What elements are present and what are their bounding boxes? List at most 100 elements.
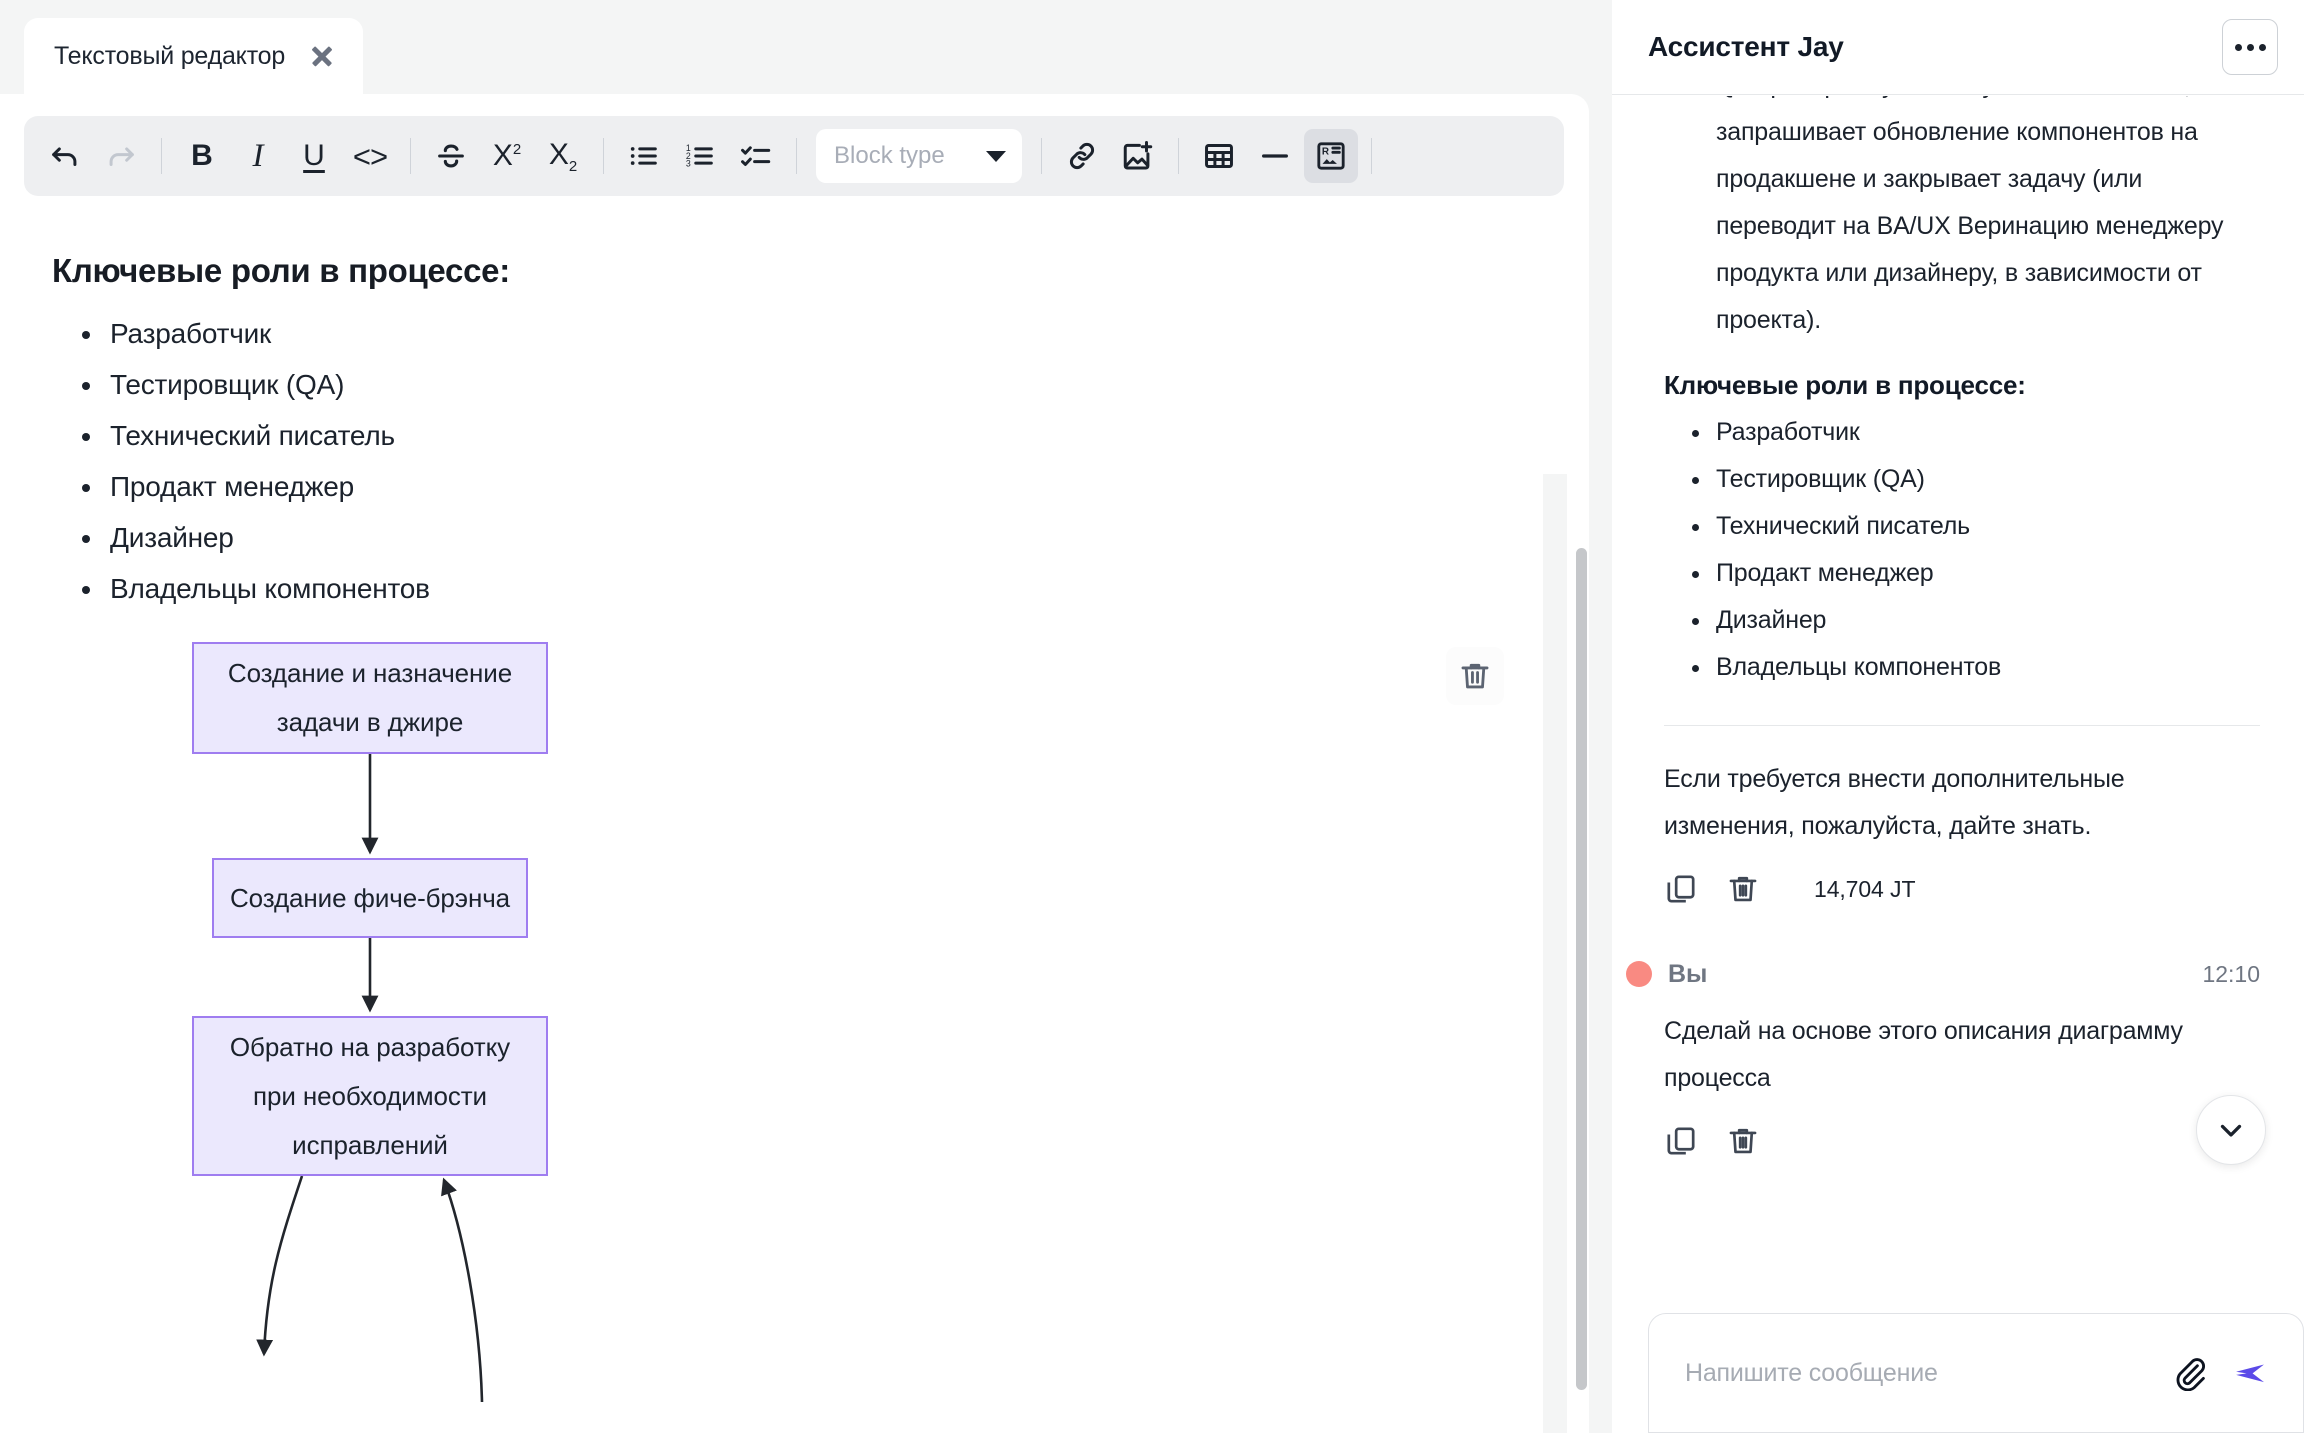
- list-item: Владельцы компонентов: [52, 563, 1529, 614]
- toolbar-separator: [161, 138, 162, 174]
- diagram-node-label: Обратно на разработкупри необходимостиис…: [230, 1023, 510, 1170]
- chevron-down-icon: [2214, 1113, 2248, 1147]
- paperclip-icon[interactable]: [2169, 1353, 2209, 1393]
- toolbar-separator: [1371, 138, 1372, 174]
- list-item: Тестировщик (QA): [52, 359, 1529, 410]
- table-icon[interactable]: [1192, 129, 1246, 183]
- list-item: Продакт менеджер: [52, 461, 1529, 512]
- list-item: Тестировщик (QA): [1664, 456, 2260, 503]
- message-composer[interactable]: [1648, 1313, 2304, 1433]
- diagram-node[interactable]: Обратно на разработкупри необходимостиис…: [192, 1016, 548, 1176]
- editor-toolbar: B I U <> X2: [24, 116, 1564, 196]
- list-item: Продакт менеджер: [1664, 550, 2260, 597]
- assistant-header: Ассистент Jay: [1612, 0, 2304, 95]
- superscript-label: X2: [493, 139, 521, 173]
- document-content[interactable]: Ключевые роли в процессе: Разработчик Те…: [0, 222, 1589, 1433]
- subscript-label: X2: [549, 138, 577, 175]
- list-item: Технический писатель: [52, 410, 1529, 461]
- send-icon[interactable]: [2231, 1353, 2271, 1393]
- editor-scrollbar-track[interactable]: [1543, 474, 1567, 1433]
- diagram-node-label: Создание фиче-брэнча: [230, 874, 510, 923]
- assistant-title: Ассистент Jay: [1648, 31, 1844, 63]
- toolbar-separator: [410, 138, 411, 174]
- toolbar-separator: [603, 138, 604, 174]
- editor-pane: Текстовый редактор B: [0, 0, 1612, 1433]
- editor-scrollbar-thumb[interactable]: [1576, 548, 1587, 1390]
- more-horizontal-icon[interactable]: [2222, 19, 2278, 75]
- user-message-actions: [1664, 1124, 2260, 1158]
- user-message-time: 12:10: [2202, 961, 2260, 988]
- italic-button[interactable]: I: [231, 129, 285, 183]
- roles-list: Разработчик Тестировщик (QA) Технический…: [52, 308, 1529, 614]
- list-item: Разработчик: [1664, 409, 2260, 456]
- underline-label: U: [303, 141, 325, 171]
- copy-icon[interactable]: [1664, 1124, 1698, 1158]
- more-dot: [2235, 44, 2242, 51]
- superscript-icon[interactable]: X2: [480, 129, 534, 183]
- toolbar-separator: [796, 138, 797, 174]
- user-message-text: Сделай на основе этого описания диаграмм…: [1664, 1008, 2260, 1102]
- user-message: Вы 12:10 Сделай на основе этого описания…: [1664, 954, 2260, 1158]
- app-root: Текстовый редактор B: [0, 0, 2304, 1433]
- assistant-reply-list: QA проверяет установку поля Fix Version,…: [1664, 96, 2260, 344]
- assistant-reply-closing: Если требуется внести дополнительные изм…: [1664, 756, 2260, 850]
- more-dot: [2259, 44, 2266, 51]
- document-heading: Ключевые роли в процессе:: [52, 252, 1529, 290]
- message-input[interactable]: [1685, 1359, 2147, 1388]
- svg-text:R: R: [1322, 147, 1329, 158]
- assistant-pane: Ассистент Jay QA проверяет установку пол…: [1612, 0, 2304, 1433]
- more-dot: [2247, 44, 2254, 51]
- block-type-label: Block type: [834, 142, 945, 170]
- link-icon[interactable]: [1055, 129, 1109, 183]
- bold-button[interactable]: B: [175, 129, 229, 183]
- check-list-icon[interactable]: [729, 129, 783, 183]
- message-divider: [1664, 725, 2260, 726]
- horizontal-rule-icon[interactable]: [1248, 129, 1302, 183]
- subscript-icon[interactable]: X2: [536, 129, 590, 183]
- assistant-message-actions: 14,704 JT: [1664, 872, 2260, 906]
- diagram-delete-button[interactable]: [1446, 647, 1504, 705]
- assistant-roles-list: Разработчик Тестировщик (QA) Технический…: [1664, 409, 2260, 691]
- undo-icon[interactable]: [38, 129, 92, 183]
- list-item: QA проверяет установку поля Fix Version,…: [1664, 96, 2260, 344]
- bullet-list-icon[interactable]: [617, 129, 671, 183]
- svg-text:3: 3: [686, 158, 691, 168]
- diagram-node[interactable]: Создание фиче-брэнча: [212, 858, 528, 938]
- underline-button[interactable]: U: [287, 129, 341, 183]
- diagram-block[interactable]: Создание и назначениезадачи в джире Созд…: [52, 642, 1529, 1402]
- editor-card: B I U <> X2: [0, 94, 1589, 1433]
- code-icon[interactable]: <>: [343, 129, 397, 183]
- numbered-list-icon[interactable]: 1 2 3: [673, 129, 727, 183]
- trash-icon[interactable]: [1726, 1124, 1760, 1158]
- diagram-node-label: Создание и назначениезадачи в джире: [228, 649, 512, 747]
- copy-icon[interactable]: [1664, 872, 1698, 906]
- strikethrough-icon[interactable]: [424, 129, 478, 183]
- scroll-to-bottom-button[interactable]: [2196, 1095, 2266, 1165]
- user-message-author: Вы: [1668, 960, 1707, 989]
- list-item: Разработчик: [52, 308, 1529, 359]
- redo-icon[interactable]: [94, 129, 148, 183]
- list-item: Владельцы компонентов: [1664, 644, 2260, 691]
- trash-icon: [1458, 659, 1492, 693]
- assistant-reply-heading: Ключевые роли в процессе:: [1664, 370, 2260, 401]
- close-icon[interactable]: [309, 43, 335, 69]
- block-type-select[interactable]: Block type: [816, 129, 1022, 183]
- diagram-node[interactable]: Создание и назначениезадачи в джире: [192, 642, 548, 754]
- image-add-icon[interactable]: [1111, 129, 1165, 183]
- editor-tab[interactable]: Текстовый редактор: [24, 18, 363, 94]
- list-item: Дизайнер: [1664, 597, 2260, 644]
- list-item: Дизайнер: [52, 512, 1529, 563]
- user-message-header: Вы 12:10: [1664, 954, 2260, 994]
- editor-tab-label: Текстовый редактор: [54, 42, 285, 71]
- list-item: Технический писатель: [1664, 503, 2260, 550]
- bold-label: B: [191, 141, 213, 171]
- italic-label: I: [253, 140, 264, 173]
- diagram-icon[interactable]: R: [1304, 129, 1358, 183]
- toolbar-separator: [1178, 138, 1179, 174]
- assistant-message: QA проверяет установку поля Fix Version,…: [1664, 96, 2260, 906]
- trash-icon[interactable]: [1726, 872, 1760, 906]
- toolbar-separator: [1041, 138, 1042, 174]
- user-message-body: Сделай на основе этого описания диаграмм…: [1664, 1008, 2260, 1158]
- code-label: <>: [353, 141, 387, 172]
- token-count: 14,704 JT: [1814, 876, 1915, 903]
